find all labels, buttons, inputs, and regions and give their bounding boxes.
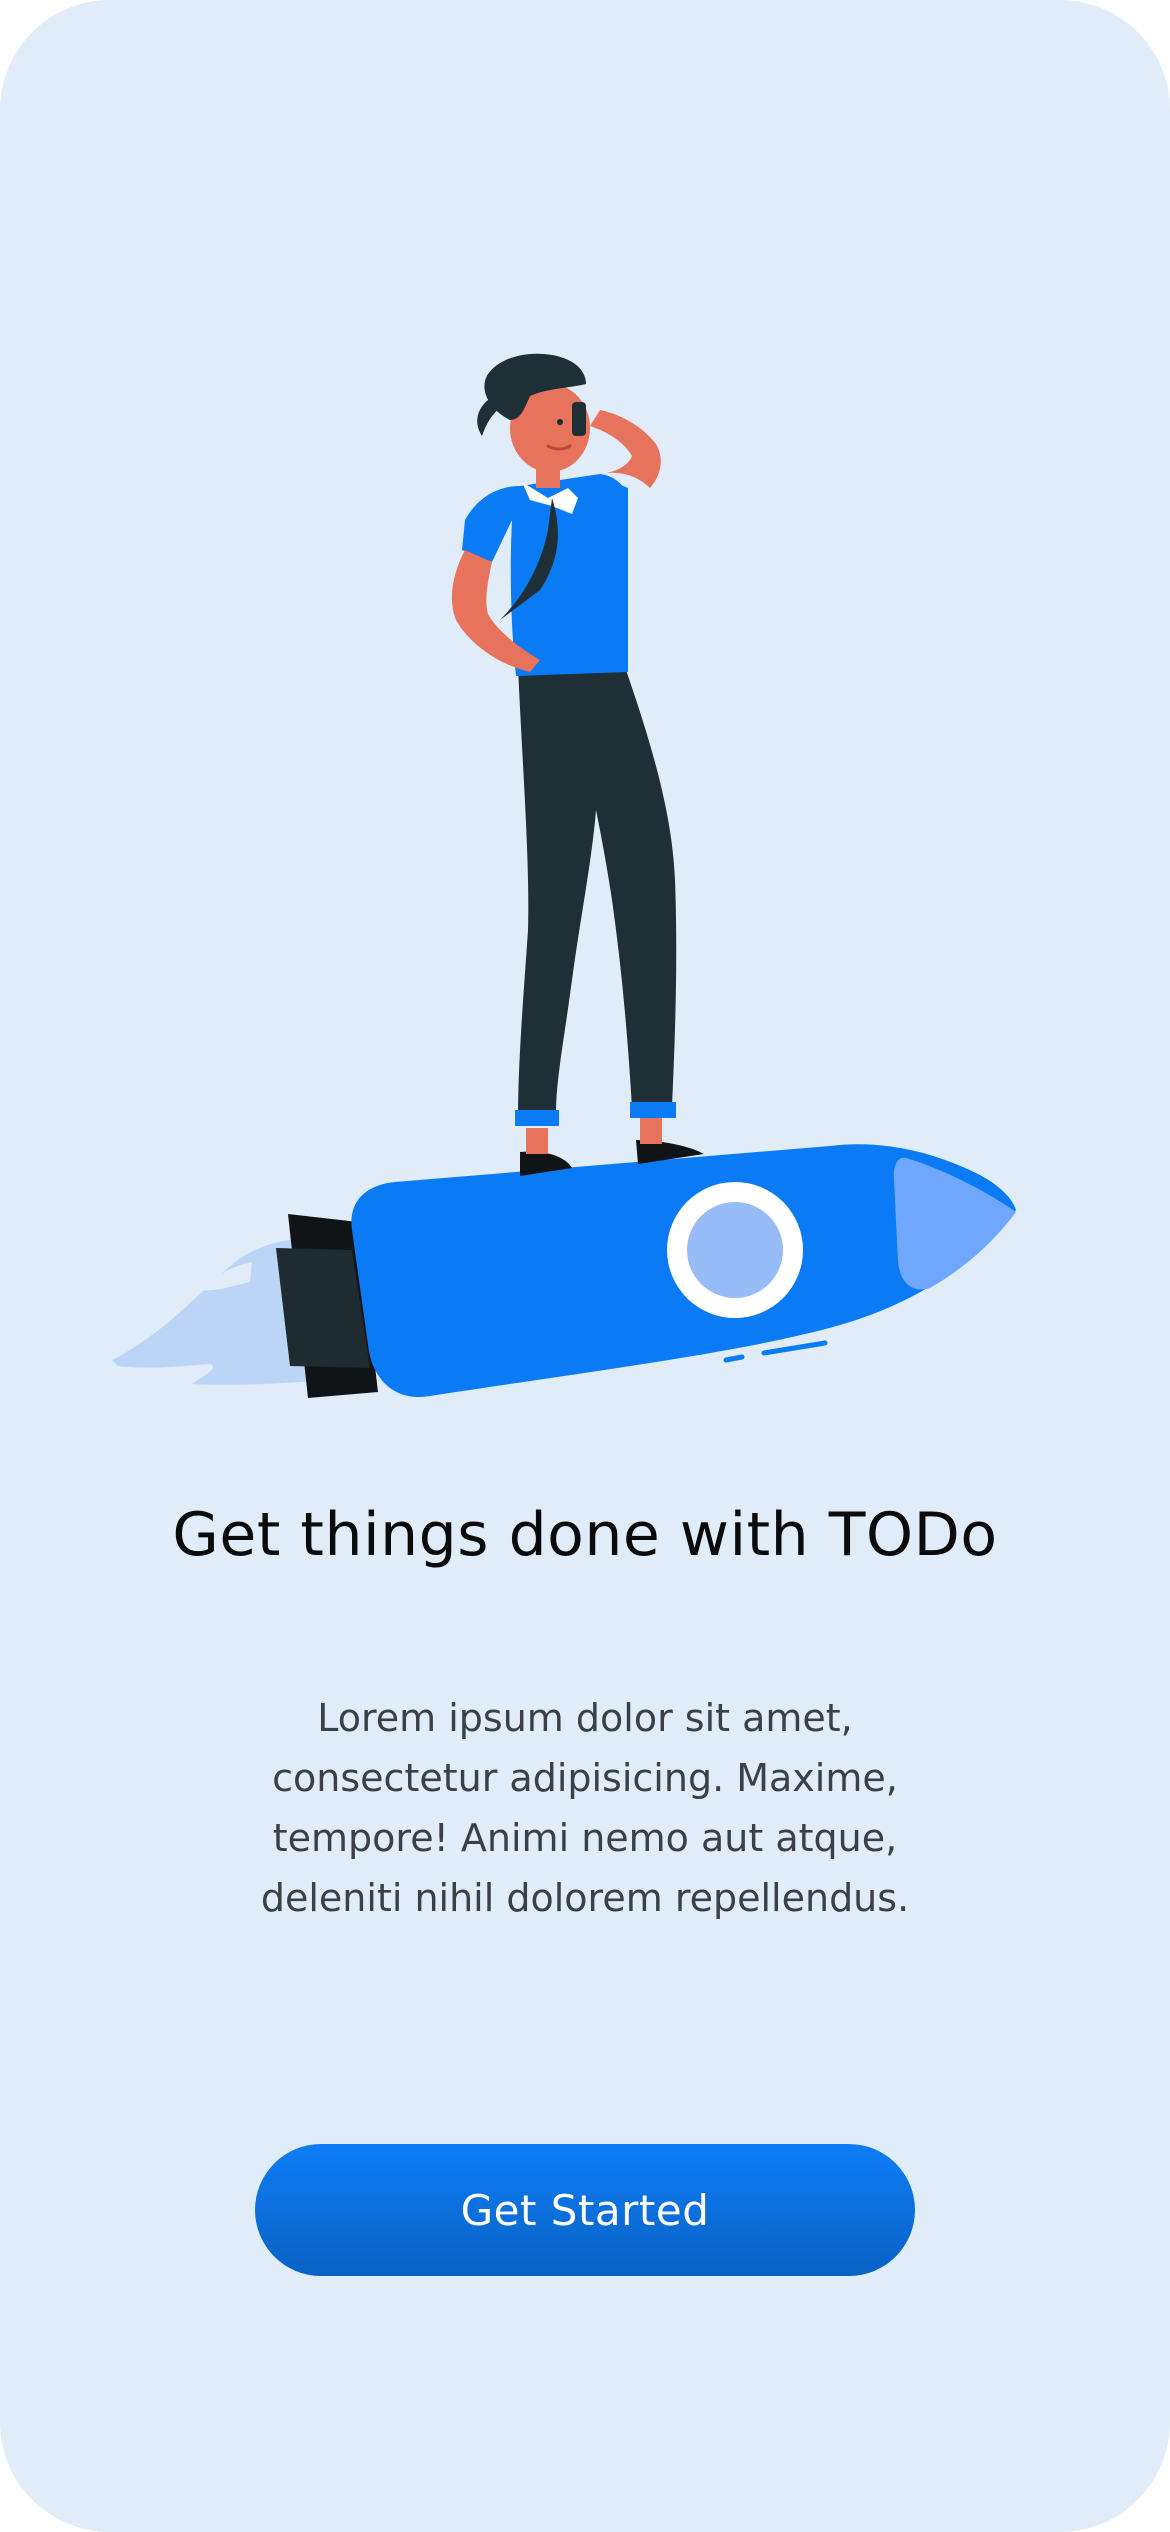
person-on-rocket-illustration (112, 353, 1016, 1398)
onboarding-title: Get things done with TODo (172, 1500, 998, 1570)
rocket-body (351, 1144, 1016, 1397)
onboarding-description: Lorem ipsum dolor sit amet, consectetur … (260, 1696, 910, 1920)
person-figure (451, 353, 704, 1176)
onboarding-screen: Get things done with TODo Lorem ipsum do… (0, 0, 1170, 2532)
get-started-button[interactable]: Get Started (255, 2144, 915, 2276)
